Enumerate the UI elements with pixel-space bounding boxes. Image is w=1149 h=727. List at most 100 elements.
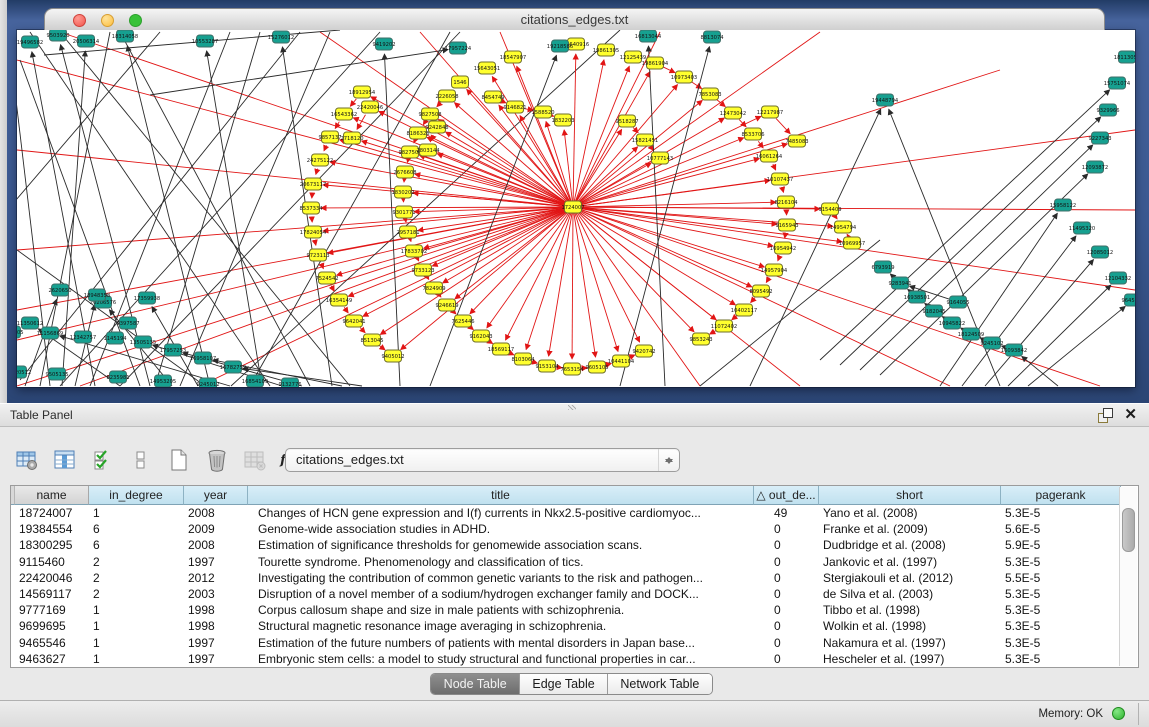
graph-node[interactable]: 9283941	[888, 277, 911, 289]
clear-selection-button[interactable]	[126, 446, 156, 474]
table-cell[interactable]: 9463627	[15, 651, 89, 667]
graph-node[interactable]: 9857137	[318, 131, 341, 143]
table-cell[interactable]: 1	[89, 505, 184, 521]
graph-node[interactable]: 9154409	[818, 203, 841, 215]
table-cell[interactable]: 2008	[184, 505, 248, 521]
table-row[interactable]: 1938455462009Genome-wide association stu…	[11, 521, 1138, 537]
graph-node[interactable]: 9245012	[196, 378, 219, 387]
graph-node[interactable]: 10402117	[731, 304, 757, 316]
graph-node[interactable]: 8095492	[749, 285, 772, 297]
minimize-button[interactable]	[101, 14, 114, 27]
table-cell[interactable]: 49	[754, 505, 819, 521]
table-cell[interactable]: Genome-wide association studies in ADHD.	[248, 521, 754, 537]
table-cell[interactable]: 9777169	[15, 602, 89, 618]
graph-node[interactable]: 1145194	[103, 332, 127, 344]
graph-node[interactable]: 17359938	[134, 292, 160, 304]
table-row[interactable]: 2242004622012Investigating the contribut…	[11, 570, 1138, 586]
graph-node[interactable]: 8813074	[700, 31, 724, 43]
graph-node[interactable]: 11350612	[17, 317, 43, 329]
table-cell[interactable]: Tourette syndrome. Phenomenology and cla…	[248, 554, 754, 570]
table-cell[interactable]: Structural magnetic resonance image aver…	[248, 618, 754, 634]
graph-node[interactable]: 15821451	[632, 134, 658, 146]
graph-node[interactable]: 11495320	[1069, 222, 1095, 234]
table-cell[interactable]: 0	[754, 651, 819, 667]
table-cell[interactable]: 1997	[184, 554, 248, 570]
table-cell[interactable]: 1	[89, 618, 184, 634]
graph-node[interactable]: 9132776	[278, 378, 301, 387]
table-selector-dropdown[interactable]: citations_edges.txt	[285, 448, 680, 472]
delete-table-button[interactable]	[202, 446, 232, 474]
table-cell[interactable]: 0	[754, 521, 819, 537]
graph-node[interactable]: 10107437	[767, 173, 793, 185]
graph-node[interactable]: 9405012	[381, 350, 404, 362]
table-cell[interactable]: Embryonic stem cells: a model to study s…	[248, 651, 754, 667]
table-cell[interactable]: 1998	[184, 602, 248, 618]
table-cell[interactable]: 5.3E-5	[1001, 586, 1121, 602]
graph-node[interactable]: 1832203	[551, 114, 574, 126]
graph-node[interactable]: 9146821	[503, 101, 526, 113]
graph-node[interactable]: 8216104	[774, 196, 798, 208]
table-cell[interactable]: Disruption of a novel member of a sodium…	[248, 586, 754, 602]
memory-status-label[interactable]: Memory: OK	[1038, 708, 1103, 720]
table-cell[interactable]: 0	[754, 618, 819, 634]
table-cell[interactable]: 9115460	[15, 554, 89, 570]
graph-node[interactable]: 8454749	[481, 91, 504, 103]
table-cell[interactable]: 5.5E-5	[1001, 570, 1121, 586]
network-window-titlebar[interactable]: citations_edges.txt	[44, 8, 1105, 30]
table-cell[interactable]: Estimation of the future numbers of pati…	[248, 635, 754, 651]
table-cell[interactable]: Jankovic et al. (1997)	[819, 554, 1001, 570]
table-row[interactable]: 1456911722003Disruption of a novel membe…	[11, 586, 1138, 602]
graph-node[interactable]: 7824909	[422, 282, 445, 294]
graph-node[interactable]: 8103064	[511, 353, 535, 365]
table-cell[interactable]: Investigating the contribution of common…	[248, 570, 754, 586]
table-cell[interactable]: 2009	[184, 521, 248, 537]
graph-node[interactable]: 11072402	[711, 320, 737, 332]
graph-node[interactable]: 9503920	[46, 30, 69, 41]
graph-node[interactable]: 9397587	[116, 317, 139, 329]
graph-node[interactable]: 9246619	[435, 299, 458, 311]
maximize-button[interactable]	[129, 14, 142, 27]
graph-node[interactable]: 9242848	[425, 121, 448, 133]
table-cell[interactable]: 18300295	[15, 537, 89, 553]
table-cell[interactable]: Estimation of significance thresholds fo…	[248, 537, 754, 553]
graph-node[interactable]: 9153104	[535, 360, 559, 372]
graph-node[interactable]: 8235981	[106, 371, 129, 383]
graph-node[interactable]: 1588520	[531, 106, 554, 118]
graph-node[interactable]: 7853083	[698, 88, 721, 100]
table-row[interactable]: 1872400712008Changes of HCN gene express…	[11, 505, 1138, 521]
table-cell[interactable]: Dudbridge et al. (2008)	[819, 537, 1001, 553]
graph-node[interactable]: 16938501	[904, 291, 930, 303]
column-header-in_degree[interactable]: in_degree	[89, 486, 184, 505]
graph-node[interactable]: 16813044	[635, 30, 662, 42]
graph-node[interactable]: 20506314	[73, 35, 100, 47]
graph-node[interactable]: 12104332	[1105, 272, 1131, 284]
table-cell[interactable]: Corpus callosum shape and size in male p…	[248, 602, 754, 618]
table-cell[interactable]: 2	[89, 586, 184, 602]
graph-node[interactable]: 7485083	[785, 135, 808, 147]
new-table-button[interactable]	[164, 446, 194, 474]
graph-node[interactable]: 9733123	[411, 264, 434, 276]
table-cell[interactable]: 5.3E-5	[1001, 635, 1121, 651]
select-rows-button[interactable]	[88, 446, 118, 474]
table-cell[interactable]: Tibbo et al. (1998)	[819, 602, 1001, 618]
graph-node[interactable]: 2803144	[416, 144, 440, 156]
table-options-button[interactable]	[12, 446, 42, 474]
table-row[interactable]: 977716911998Corpus callosum shape and si…	[11, 602, 1138, 618]
table-cell[interactable]: 2012	[184, 570, 248, 586]
table-row[interactable]: 969969511998Structural magnetic resonanc…	[11, 618, 1138, 634]
graph-node[interactable]: 1724007	[561, 201, 584, 213]
tab-edge-table[interactable]: Edge Table	[519, 674, 606, 694]
graph-node[interactable]: 10553287	[192, 35, 218, 47]
graph-node[interactable]: 14954794	[830, 221, 857, 233]
graph-node[interactable]: 2620650	[48, 284, 71, 296]
table-cell[interactable]: 2	[89, 554, 184, 570]
table-cell[interactable]: Nakamura et al. (1997)	[819, 635, 1001, 651]
table-cell[interactable]: 14569117	[15, 586, 89, 602]
graph-node[interactable]: 2226058	[435, 90, 458, 102]
graph-node[interactable]: 12342757	[70, 331, 96, 343]
graph-node[interactable]: 9505135	[45, 368, 68, 380]
table-cell[interactable]: 2003	[184, 586, 248, 602]
table-cell[interactable]: 5.3E-5	[1001, 651, 1121, 667]
graph-node[interactable]: 9605105	[585, 361, 608, 373]
graph-node[interactable]: 11156869	[37, 327, 63, 339]
